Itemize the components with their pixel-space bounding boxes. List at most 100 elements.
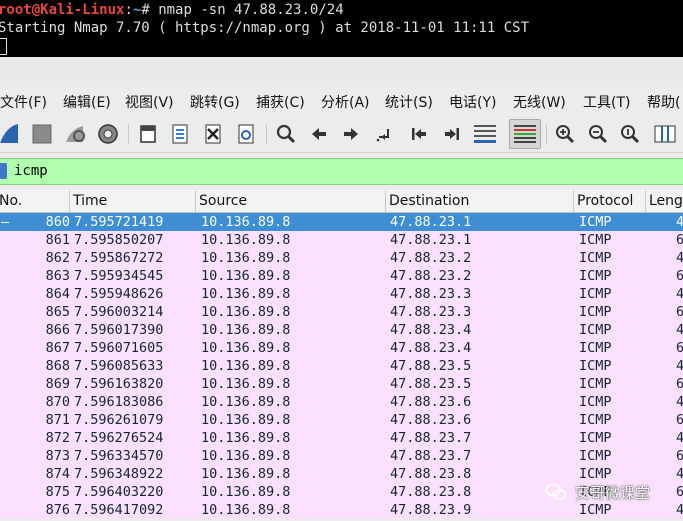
table-row[interactable]: 863 7.595934545 10.136.89.8 47.88.23.2 ICMP 6	[0, 267, 683, 285]
cell-source: 10.136.89.8	[201, 214, 291, 230]
resize-columns-icon[interactable]	[652, 121, 678, 147]
cell-time: 7.595948626	[74, 286, 164, 302]
shark-fin-icon[interactable]	[0, 121, 22, 147]
zoom-normal-icon[interactable]	[617, 121, 643, 147]
menu-statistics[interactable]: 统计(S)	[385, 92, 433, 112]
menu-analyze[interactable]: 分析(A)	[321, 92, 370, 112]
cell-source: 10.136.89.8	[201, 466, 291, 482]
menu-tools[interactable]: 工具(T)	[583, 92, 630, 112]
cell-source: 10.136.89.8	[201, 430, 291, 446]
cell-length: 6	[676, 304, 683, 320]
colorize-icon[interactable]	[509, 119, 541, 149]
cell-no: 871	[45, 412, 70, 428]
table-row[interactable]: 861 7.595850207 10.136.89.8 47.88.23.1 ICMP 6	[0, 231, 683, 249]
menu-view[interactable]: 视图(V)	[125, 92, 174, 112]
table-row[interactable]: 871 7.596261079 10.136.89.8 47.88.23.6 ICMP 6	[0, 411, 683, 429]
cell-time: 7.596261079	[74, 412, 164, 428]
table-row[interactable]: –860 7.595721419 10.136.89.8 47.88.23.1 ICMP…	[0, 213, 683, 231]
cell-length: 4	[676, 394, 683, 410]
cell-length: 4	[676, 466, 683, 482]
cell-source: 10.136.89.8	[201, 232, 291, 248]
cell-source: 10.136.89.8	[201, 484, 291, 500]
cell-destination: 47.88.23.8	[390, 466, 472, 482]
column-header-no[interactable]: No.	[0, 190, 70, 212]
search-icon[interactable]	[273, 121, 299, 147]
cell-no: 872	[45, 430, 70, 446]
open-file-icon[interactable]	[135, 121, 161, 147]
cell-source: 10.136.89.8	[201, 502, 291, 518]
cell-time: 7.596163820	[74, 376, 164, 392]
cell-protocol: ICMP	[579, 322, 612, 338]
column-header-protocol[interactable]: Protocol	[574, 190, 646, 212]
table-row[interactable]: 870 7.596183086 10.136.89.8 47.88.23.6 ICMP 4	[0, 393, 683, 411]
cell-protocol: ICMP	[579, 340, 612, 356]
column-header-destination[interactable]: Destination	[386, 190, 574, 212]
table-row[interactable]: 872 7.596276524 10.136.89.8 47.88.23.7 ICMP 4	[0, 429, 683, 447]
menu-help[interactable]: 帮助(	[647, 92, 680, 112]
first-packet-icon[interactable]	[406, 121, 432, 147]
table-row[interactable]: 866 7.596017390 10.136.89.8 47.88.23.4 ICMP 4	[0, 321, 683, 339]
column-header-source[interactable]: Source	[196, 190, 386, 212]
cell-protocol: ICMP	[579, 286, 612, 302]
column-header-length[interactable]: Lengt	[646, 190, 683, 212]
table-row[interactable]: 868 7.596085633 10.136.89.8 47.88.23.5 ICMP 4	[0, 357, 683, 375]
go-to-packet-icon[interactable]	[372, 121, 398, 147]
cell-length: 4	[676, 502, 683, 518]
menu-file[interactable]: 文件(F)	[0, 92, 47, 112]
cell-time: 7.596403220	[74, 484, 164, 500]
bookmark-icon[interactable]	[0, 163, 7, 179]
zoom-out-icon[interactable]	[585, 121, 611, 147]
cell-no: 875	[45, 484, 70, 500]
cell-protocol: ICMP	[579, 304, 612, 320]
cell-destination: 47.88.23.5	[390, 376, 472, 392]
cell-time: 7.596348922	[74, 466, 164, 482]
cell-length: 4	[676, 286, 683, 302]
menu-wireless[interactable]: 无线(W)	[513, 92, 566, 112]
zoom-in-icon[interactable]	[552, 121, 578, 147]
cell-no: 867	[45, 340, 70, 356]
cell-no: 861	[45, 232, 70, 248]
cell-time: 7.595850207	[74, 232, 164, 248]
reload-icon[interactable]	[233, 121, 259, 147]
cell-time: 7.596003214	[74, 304, 164, 320]
cell-destination: 47.88.23.3	[390, 286, 472, 302]
cell-no: 865	[45, 304, 70, 320]
gear-icon[interactable]	[95, 121, 121, 147]
cell-source: 10.136.89.8	[201, 250, 291, 266]
table-row[interactable]: 865 7.596003214 10.136.89.8 47.88.23.3 ICMP 6	[0, 303, 683, 321]
save-file-icon[interactable]	[167, 121, 193, 147]
menu-edit[interactable]: 编辑(E)	[63, 92, 111, 112]
display-filter-bar[interactable]: icmp	[0, 158, 683, 185]
display-filter-input[interactable]: icmp	[14, 163, 48, 179]
cell-protocol: ICMP	[579, 250, 612, 266]
restart-icon[interactable]	[62, 121, 88, 147]
cell-no: 873	[45, 448, 70, 464]
close-file-icon[interactable]	[200, 121, 226, 147]
column-header-time[interactable]: Time	[70, 190, 196, 212]
menu-capture[interactable]: 捕获(C)	[256, 92, 305, 112]
cell-no: 876	[45, 502, 70, 518]
table-row[interactable]: 873 7.596334570 10.136.89.8 47.88.23.7 ICMP 6	[0, 447, 683, 465]
terminal-output-line: Starting Nmap 7.70 ( https://nmap.org ) …	[0, 20, 530, 36]
arrow-left-icon[interactable]	[306, 121, 332, 147]
cell-no: 869	[45, 376, 70, 392]
autoscroll-icon[interactable]	[471, 121, 499, 147]
menu-telephony[interactable]: 电话(Y)	[449, 92, 496, 112]
terminal-cursor	[0, 38, 7, 55]
table-row[interactable]: 869 7.596163820 10.136.89.8 47.88.23.5 ICMP 6	[0, 375, 683, 393]
table-row[interactable]: 862 7.595867272 10.136.89.8 47.88.23.2 ICMP 4	[0, 249, 683, 267]
table-row[interactable]: 864 7.595948626 10.136.89.8 47.88.23.3 ICMP 4	[0, 285, 683, 303]
cell-time: 7.595867272	[74, 250, 164, 266]
last-packet-icon[interactable]	[439, 121, 465, 147]
window-title-strip	[0, 57, 683, 87]
cell-no: 866	[45, 322, 70, 338]
menu-go[interactable]: 跳转(G)	[190, 92, 240, 112]
arrow-right-icon[interactable]	[338, 121, 364, 147]
cell-length: 6	[676, 448, 683, 464]
terminal-window[interactable]: root@Kali-Linux:~# nmap -sn 47.88.23.0/2…	[0, 0, 683, 57]
stop-icon[interactable]	[29, 121, 55, 147]
cell-source: 10.136.89.8	[201, 448, 291, 464]
cell-source: 10.136.89.8	[201, 268, 291, 284]
table-row[interactable]: 867 7.596071605 10.136.89.8 47.88.23.4 ICMP 6	[0, 339, 683, 357]
cell-destination: 47.88.23.4	[390, 340, 472, 356]
